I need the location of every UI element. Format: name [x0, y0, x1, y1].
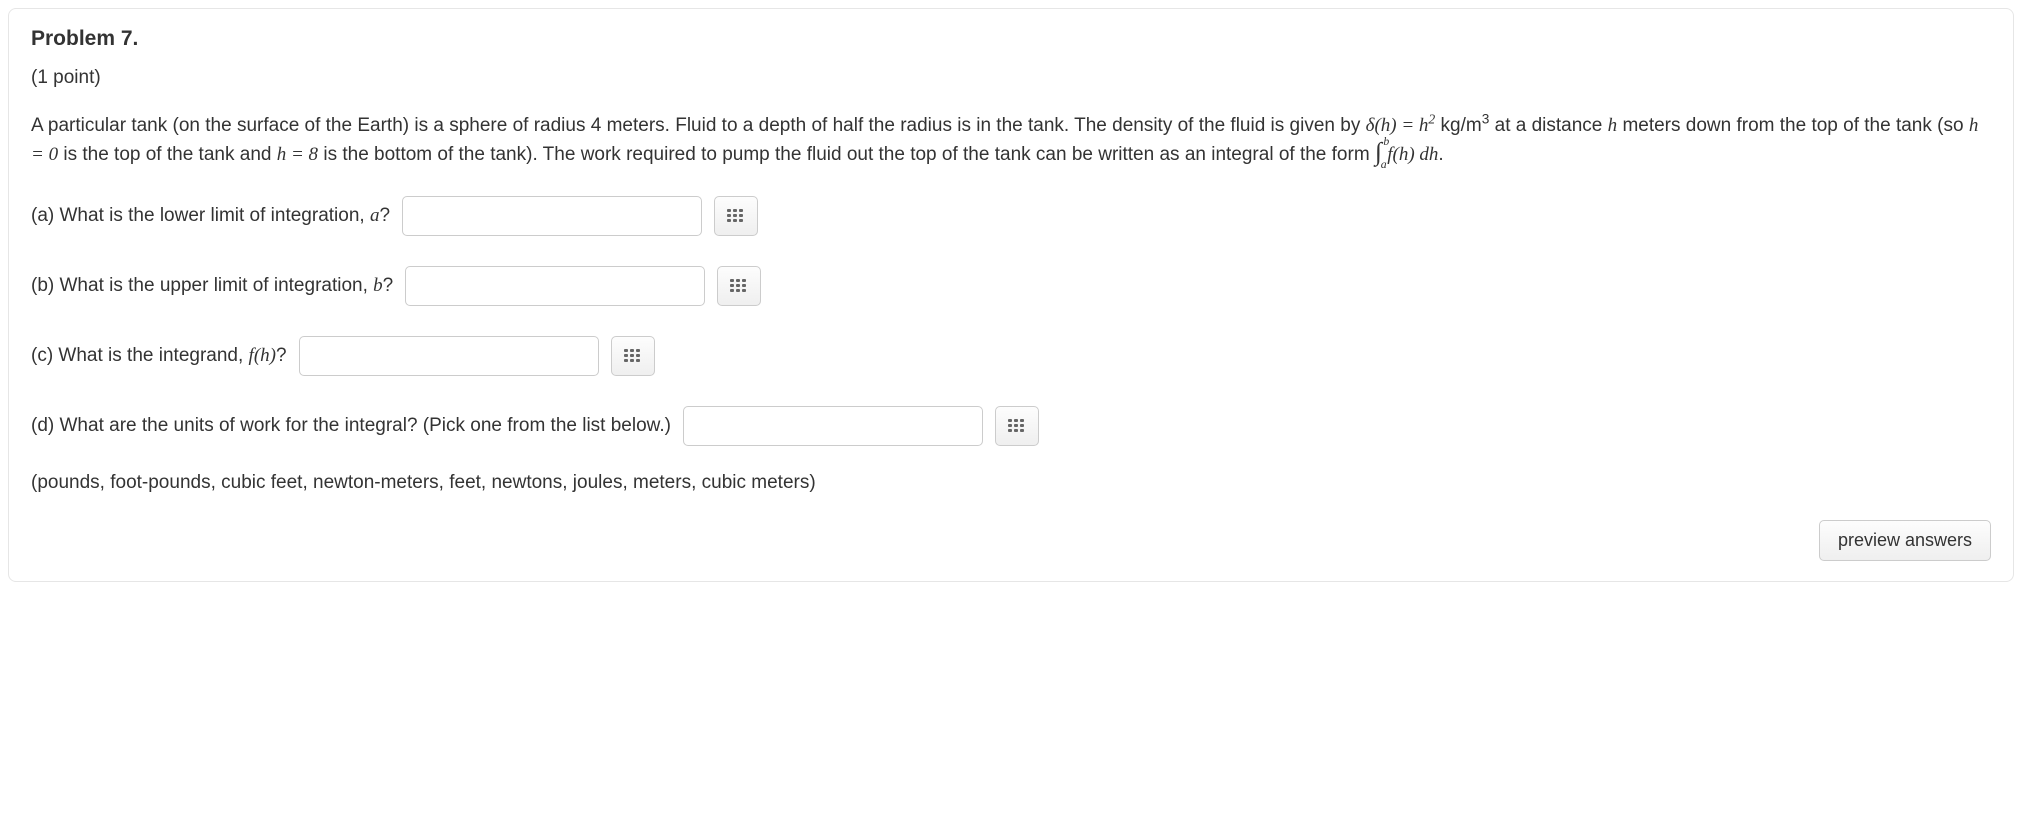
keypad-icon	[624, 349, 642, 363]
question-b-row: (b) What is the upper limit of integrati…	[31, 266, 1991, 306]
text-segment: ?	[379, 205, 390, 226]
text-segment: meters down from the top of the tank (so	[1622, 115, 1968, 136]
question-b-label: (b) What is the upper limit of integrati…	[31, 275, 393, 297]
points-label: (1 point)	[31, 67, 1991, 89]
question-a-label: (a) What is the lower limit of integrati…	[31, 205, 390, 227]
unit-options-list: (pounds, foot-pounds, cubic feet, newton…	[31, 472, 1991, 494]
integrand-fh: f(h)	[249, 345, 276, 366]
question-d-row: (d) What are the units of work for the i…	[31, 406, 1991, 446]
exponent: 2	[1428, 112, 1435, 127]
answer-input-b[interactable]	[405, 266, 705, 306]
text-segment: .	[1438, 144, 1443, 165]
answer-input-a[interactable]	[402, 196, 702, 236]
keypad-icon	[727, 209, 745, 223]
keypad-button-c[interactable]	[611, 336, 655, 376]
units-exponent: 3	[1482, 112, 1490, 127]
text-segment: ?	[276, 345, 287, 366]
text-segment: (b) What is the upper limit of integrati…	[31, 275, 373, 296]
keypad-button-a[interactable]	[714, 196, 758, 236]
density-function: δ(h) = h	[1366, 115, 1429, 136]
footer: preview answers	[31, 520, 1991, 561]
question-d-label: (d) What are the units of work for the i…	[31, 415, 671, 437]
preview-answers-button[interactable]: preview answers	[1819, 520, 1991, 561]
text-segment: A particular tank (on the surface of the…	[31, 115, 1366, 136]
units-text: kg/m	[1441, 115, 1482, 136]
question-c-row: (c) What is the integrand, f(h)?	[31, 336, 1991, 376]
answer-input-c[interactable]	[299, 336, 599, 376]
problem-container: Problem 7. (1 point) A particular tank (…	[8, 8, 2014, 582]
problem-statement: A particular tank (on the surface of the…	[31, 111, 1991, 170]
text-segment: ?	[383, 275, 394, 296]
keypad-icon	[730, 279, 748, 293]
variable-b: b	[373, 275, 383, 296]
integral-symbol: ∫ b a	[1375, 140, 1382, 169]
integral-upper-limit: b	[1383, 133, 1389, 151]
keypad-icon	[1008, 419, 1026, 433]
text-segment: is the bottom of the tank). The work req…	[323, 144, 1375, 165]
problem-title: Problem 7.	[31, 27, 1991, 51]
text-segment: is the top of the tank and	[63, 144, 276, 165]
text-segment: at a distance	[1495, 115, 1608, 136]
keypad-button-d[interactable]	[995, 406, 1039, 446]
integrand-text: f(h) dh	[1387, 144, 1438, 165]
question-a-row: (a) What is the lower limit of integrati…	[31, 196, 1991, 236]
text-segment: (a) What is the lower limit of integrati…	[31, 205, 370, 226]
keypad-button-b[interactable]	[717, 266, 761, 306]
text-segment: (c) What is the integrand,	[31, 345, 249, 366]
variable-h: h	[1608, 115, 1618, 136]
equation-h8: h = 8	[277, 144, 318, 165]
answer-input-d[interactable]	[683, 406, 983, 446]
question-c-label: (c) What is the integrand, f(h)?	[31, 345, 287, 367]
integral-lower-limit: a	[1381, 156, 1387, 174]
